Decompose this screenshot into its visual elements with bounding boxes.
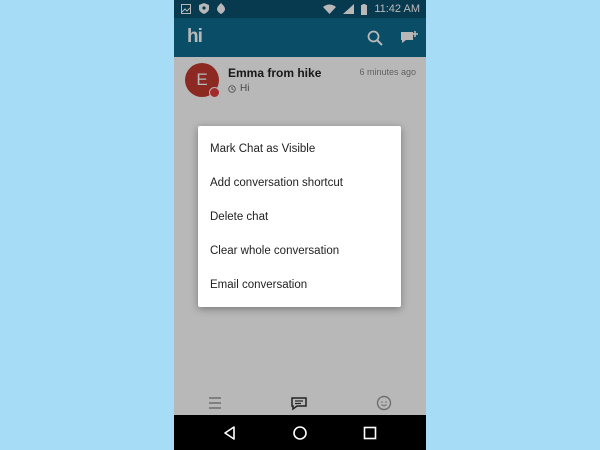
chat-context-menu: Mark Chat as Visible Add conversation sh… xyxy=(198,126,401,307)
back-icon[interactable] xyxy=(221,424,239,442)
recents-icon[interactable] xyxy=(361,424,379,442)
menu-item-delete-chat[interactable]: Delete chat xyxy=(198,200,401,234)
phone-screen: 11:42 AM hi E Emma from hike 6 minutes a… xyxy=(174,0,426,450)
menu-item-email-conversation[interactable]: Email conversation xyxy=(198,268,401,302)
system-nav-bar xyxy=(174,415,426,450)
home-icon[interactable] xyxy=(291,424,309,442)
menu-item-clear-conversation[interactable]: Clear whole conversation xyxy=(198,234,401,268)
menu-item-mark-visible[interactable]: Mark Chat as Visible xyxy=(198,132,401,166)
menu-item-add-shortcut[interactable]: Add conversation shortcut xyxy=(198,166,401,200)
